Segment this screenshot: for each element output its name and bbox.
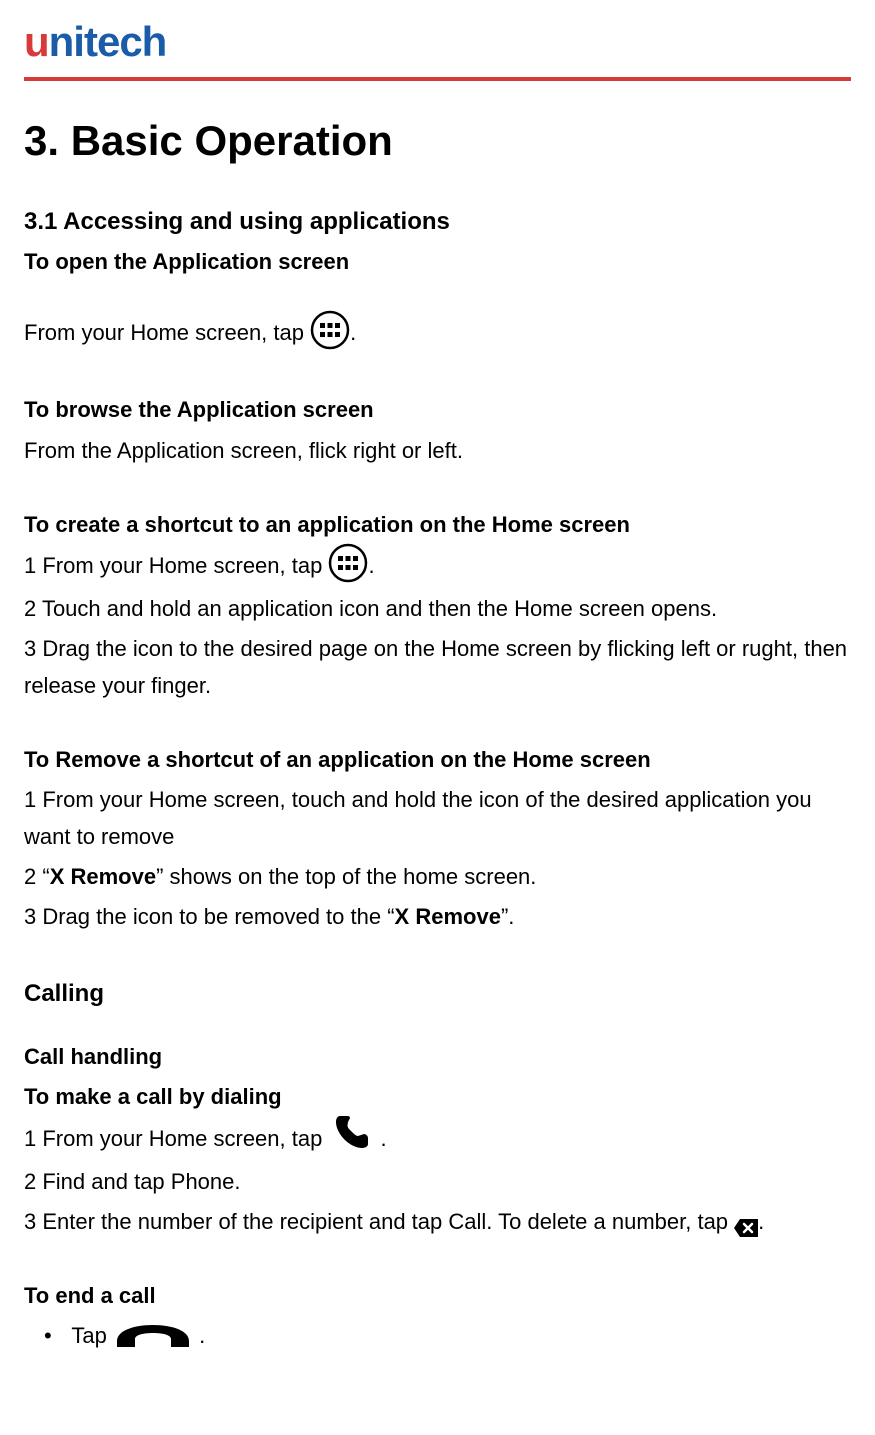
subhead-open-app-screen: To open the Application screen: [24, 244, 851, 280]
remove-shortcut-step1: 1 From your Home screen, touch and hold …: [24, 782, 851, 855]
end-call-head: To end a call: [24, 1278, 851, 1314]
apps-grid-icon: [310, 310, 350, 350]
phone-handset-icon: [328, 1112, 380, 1152]
logo-rest: nitech: [49, 18, 167, 65]
bullet-icon: •: [44, 1323, 52, 1348]
subhead-remove-shortcut: To Remove a shortcut of an application o…: [24, 742, 851, 778]
remove-shortcut-step2: 2 “X Remove” shows on the top of the hom…: [24, 859, 851, 895]
apps-grid-icon: [328, 543, 368, 583]
open-app-line: From your Home screen, tap .: [24, 314, 851, 354]
create-shortcut-step1: 1 From your Home screen, tap .: [24, 547, 851, 587]
header-divider: [24, 77, 851, 81]
end-call-icon: [113, 1321, 193, 1349]
brand-logo: unitech: [24, 10, 851, 73]
logo-first-letter: u: [24, 18, 49, 65]
browse-body: From the Application screen, flick right…: [24, 433, 851, 469]
make-call-head: To make a call by dialing: [24, 1079, 851, 1115]
make-call-step3: 3 Enter the number of the recipient and …: [24, 1204, 851, 1240]
chapter-title: 3. Basic Operation: [24, 109, 851, 172]
backspace-delete-icon: [734, 1212, 758, 1230]
subhead-browse-app-screen: To browse the Application screen: [24, 392, 851, 428]
create-shortcut-step3: 3 Drag the icon to the desired page on t…: [24, 631, 851, 704]
calling-heading: Calling: [24, 974, 851, 1014]
make-call-step2: 2 Find and tap Phone.: [24, 1164, 851, 1200]
remove-shortcut-step3: 3 Drag the icon to be removed to the “X …: [24, 899, 851, 935]
call-handling-head: Call handling: [24, 1039, 851, 1075]
make-call-step1: 1 From your Home screen, tap .: [24, 1120, 851, 1160]
create-shortcut-step2: 2 Touch and hold an application icon and…: [24, 591, 851, 627]
subhead-create-shortcut: To create a shortcut to an application o…: [24, 507, 851, 543]
end-call-line: • Tap .: [24, 1319, 851, 1352]
section-heading-3-1: 3.1 Accessing and using applications: [24, 204, 851, 240]
